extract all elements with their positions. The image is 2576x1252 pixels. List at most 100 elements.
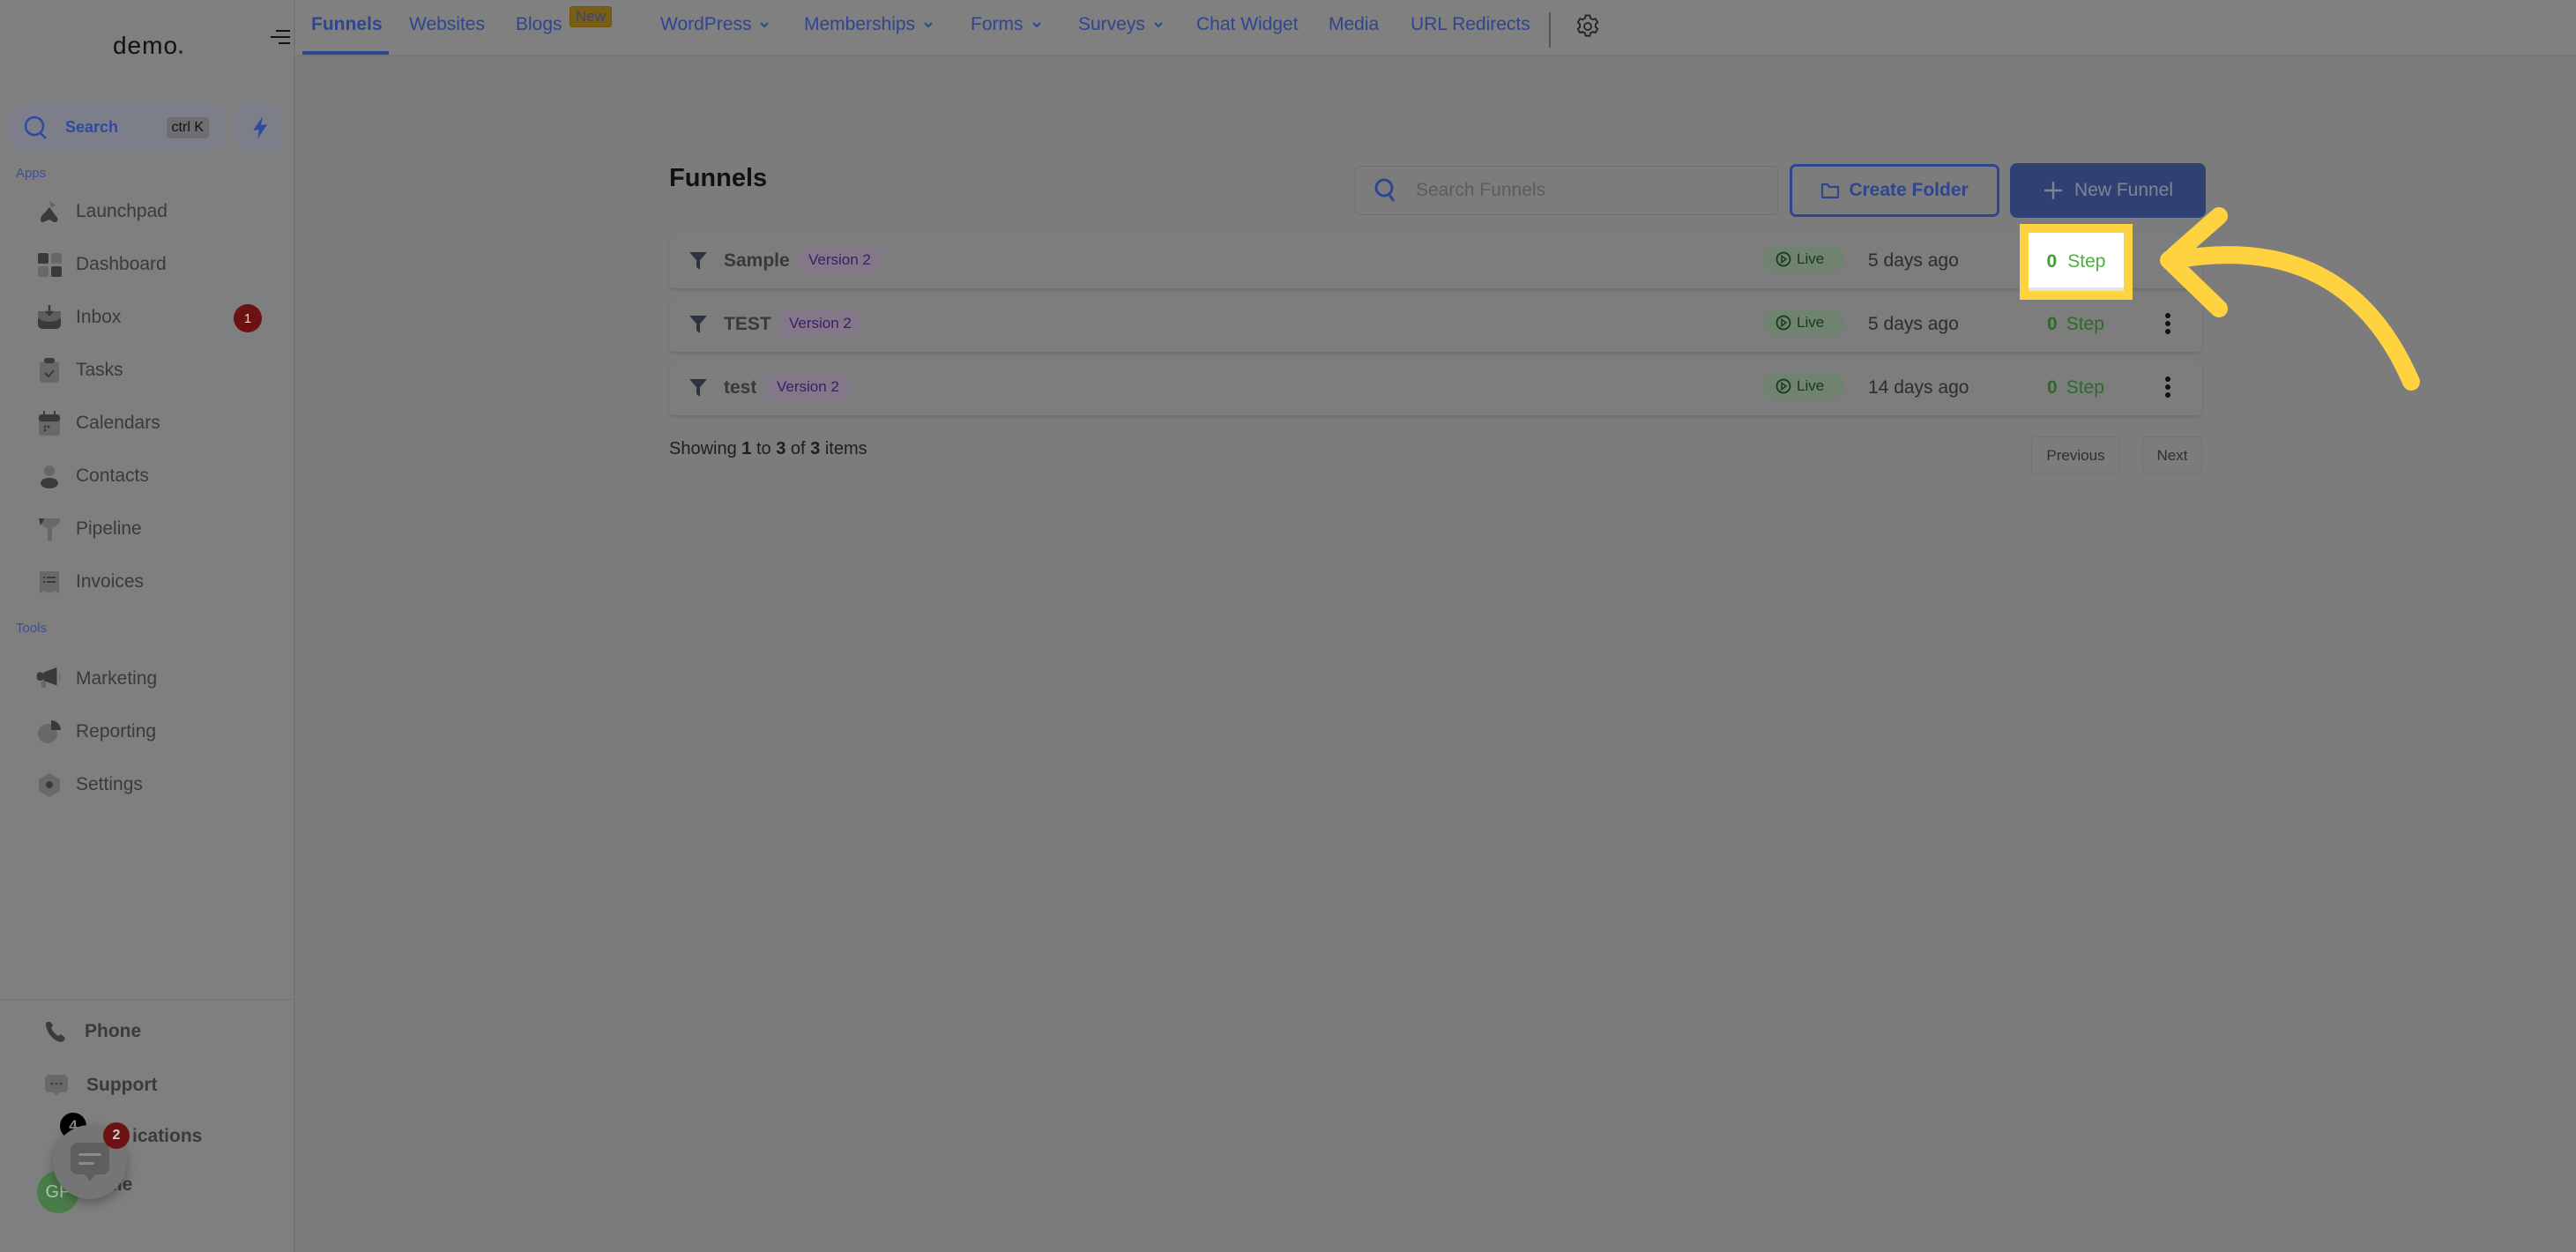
- sidebar: demo Search ctrl K Apps Launchpad Dashbo…: [0, 0, 295, 1252]
- version-badge: Version 2: [766, 374, 850, 400]
- pagination-from: 1: [741, 439, 752, 458]
- step-count-number: 0: [2046, 251, 2058, 272]
- sidebar-item-contacts[interactable]: Contacts: [35, 458, 149, 494]
- sidebar-item-label: Settings: [76, 774, 143, 794]
- sidebar-item-label: Tasks: [76, 360, 123, 380]
- last-updated: 14 days ago: [1868, 377, 1969, 398]
- sidebar-item-launchpad[interactable]: Launchpad: [35, 194, 168, 229]
- sidebar-item-label: Reporting: [76, 721, 157, 742]
- tab-label: URL Redirects: [1411, 14, 1530, 34]
- sidebar-item-marketing[interactable]: Marketing: [35, 661, 157, 697]
- pie-chart-icon: [35, 718, 63, 746]
- highlighted-step-count[interactable]: 0 Step: [2020, 224, 2133, 300]
- tab-label: Blogs: [516, 14, 562, 34]
- tab-surveys[interactable]: Surveys: [1078, 14, 1163, 35]
- sidebar-item-phone[interactable]: Phone: [44, 1020, 141, 1043]
- support-chat-icon: [45, 1075, 68, 1096]
- folder-icon: [1821, 183, 1840, 199]
- chevron-down-icon: [760, 22, 770, 28]
- tab-blogs[interactable]: Blogs: [516, 14, 562, 35]
- sidebar-item-label: Support: [86, 1075, 158, 1095]
- new-funnel-button[interactable]: New Funnel: [2010, 163, 2206, 218]
- sidebar-item-support[interactable]: Support: [44, 1073, 157, 1098]
- funnel-row[interactable]: Sample Version 2 Live 5 days ago: [669, 235, 2202, 288]
- sidebar-item-reporting[interactable]: Reporting: [35, 714, 156, 749]
- active-tab-indicator: [302, 51, 389, 55]
- chevron-down-icon: [1031, 22, 1041, 28]
- logo-text: demo: [112, 32, 179, 59]
- settings-icon: [35, 771, 63, 799]
- more-options-icon[interactable]: [2163, 313, 2172, 338]
- more-options-icon[interactable]: [2163, 376, 2172, 401]
- logo[interactable]: demo: [0, 32, 295, 60]
- tab-websites[interactable]: Websites: [409, 14, 485, 35]
- search-icon: [24, 116, 47, 139]
- step-count-label: Step: [2067, 251, 2106, 272]
- step-count-label: Step: [2066, 377, 2104, 398]
- apps-section-label: Apps: [16, 166, 47, 181]
- tab-funnels[interactable]: Funnels: [311, 14, 383, 35]
- phone-icon: [46, 1022, 65, 1042]
- play-circle-icon: [1776, 378, 1791, 394]
- version-badge: Version 2: [798, 247, 882, 273]
- next-page-button[interactable]: Next: [2142, 436, 2202, 474]
- tab-chat-widget[interactable]: Chat Widget: [1196, 14, 1299, 35]
- search-funnels-field[interactable]: [1355, 166, 1778, 215]
- status-label: Live: [1797, 377, 1825, 394]
- chevron-down-icon: [924, 22, 933, 28]
- version-badge: Version 2: [778, 310, 862, 337]
- search-funnels-input[interactable]: [1416, 180, 1751, 201]
- tab-memberships[interactable]: Memberships: [804, 14, 933, 35]
- sidebar-item-settings[interactable]: Settings: [35, 767, 143, 802]
- tab-media[interactable]: Media: [1329, 14, 1379, 35]
- last-updated: 5 days ago: [1868, 250, 1959, 271]
- logo-dot: [179, 50, 183, 54]
- play-circle-icon: [1776, 315, 1791, 331]
- quick-actions-button[interactable]: [235, 103, 284, 152]
- previous-page-button[interactable]: Previous: [2031, 436, 2120, 474]
- invoices-icon: [35, 568, 63, 596]
- create-folder-button[interactable]: Create Folder: [1790, 164, 1999, 217]
- status-badge: Live: [1763, 373, 1844, 399]
- sidebar-item-notifications[interactable]: ications: [132, 1126, 202, 1147]
- collapse-sidebar-button[interactable]: [269, 26, 290, 48]
- step-count[interactable]: 0 Step: [2047, 314, 2104, 335]
- sidebar-search-button[interactable]: Search ctrl K: [11, 103, 223, 152]
- sidebar-item-pipeline[interactable]: Pipeline: [35, 511, 142, 547]
- gear-icon[interactable]: [1574, 12, 1602, 41]
- funnel-name[interactable]: test: [724, 377, 756, 399]
- megaphone-icon: [35, 665, 63, 693]
- funnel-icon: [689, 379, 707, 397]
- tab-forms[interactable]: Forms: [971, 14, 1041, 35]
- sidebar-item-label: Phone: [85, 1021, 142, 1041]
- tab-wordpress[interactable]: WordPress: [660, 14, 770, 35]
- sidebar-item-label: Contacts: [76, 466, 149, 486]
- sidebar-item-inbox[interactable]: Inbox: [35, 300, 121, 335]
- nav-divider: [1549, 12, 1551, 48]
- sidebar-item-dashboard[interactable]: Dashboard: [35, 247, 167, 282]
- funnel-row[interactable]: TEST Version 2 Live 5 days ago 0 Step: [669, 299, 2202, 352]
- tab-label: Funnels: [311, 14, 383, 34]
- search-label: Search: [65, 118, 119, 136]
- step-count[interactable]: 0 Step: [2047, 377, 2104, 399]
- menu-line: [271, 36, 290, 38]
- sidebar-item-tasks[interactable]: Tasks: [35, 353, 123, 388]
- more-options-icon[interactable]: [2163, 250, 2172, 274]
- status-badge: Live: [1763, 246, 1844, 272]
- funnel-name[interactable]: Sample: [724, 250, 790, 272]
- funnel-icon: [689, 252, 707, 270]
- pagination-prefix: Showing: [669, 439, 737, 458]
- inbox-unread-badge: 1: [234, 304, 262, 332]
- tab-url-redirects[interactable]: URL Redirects: [1411, 14, 1530, 35]
- status-label: Live: [1797, 250, 1825, 267]
- funnel-icon: [689, 316, 707, 333]
- funnel-row[interactable]: test Version 2 Live 14 days ago 0 Step: [669, 362, 2202, 415]
- pagination-to-word: to: [756, 439, 771, 458]
- sidebar-item-calendars[interactable]: Calendars: [35, 406, 160, 441]
- sidebar-item-label: Pipeline: [76, 518, 142, 539]
- sidebar-item-invoices[interactable]: Invoices: [35, 564, 144, 600]
- tab-label: Memberships: [804, 14, 916, 34]
- funnel-name[interactable]: TEST: [724, 314, 771, 335]
- sidebar-item-label: Dashboard: [76, 254, 167, 274]
- dashboard-icon: [35, 250, 63, 279]
